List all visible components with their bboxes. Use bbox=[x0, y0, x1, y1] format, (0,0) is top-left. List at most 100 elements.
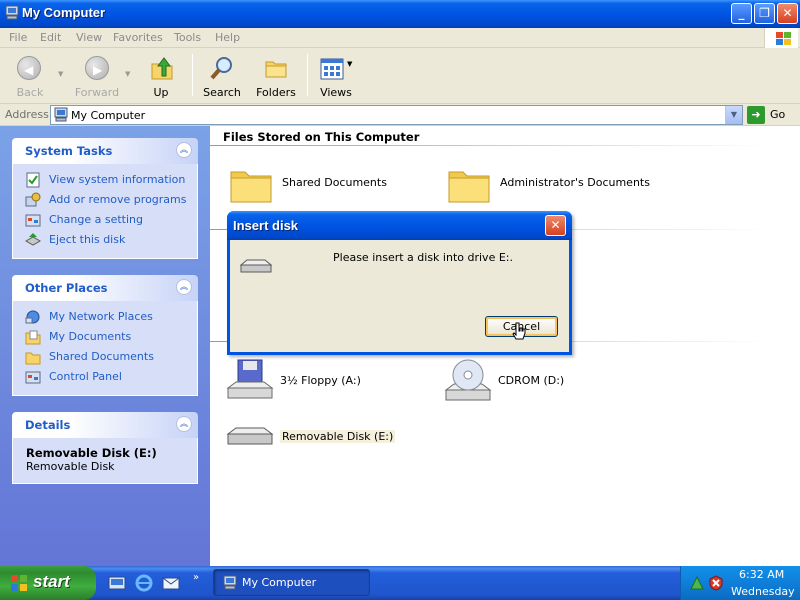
window-title: My Computer bbox=[22, 5, 106, 20]
menu-tools[interactable]: Tools bbox=[174, 31, 201, 44]
place-my-network-places[interactable]: My Network Places bbox=[13, 307, 197, 327]
menu-bar: File Edit View Favorites Tools Help bbox=[0, 28, 800, 48]
eject-disk-icon bbox=[25, 233, 41, 246]
address-dropdown-button[interactable]: ▼ bbox=[725, 106, 742, 124]
task-view-system-info[interactable]: View system information bbox=[13, 170, 197, 190]
back-arrow-icon: ◀ bbox=[17, 56, 41, 80]
details-body: Removable Disk (E:) Removable Disk bbox=[12, 438, 198, 484]
views-button[interactable]: ▼ Views bbox=[316, 52, 356, 100]
windows-logo-icon bbox=[764, 28, 798, 48]
removable-disk-icon bbox=[226, 427, 274, 445]
toolbar: ◀ Back ▼ ▶ Forward ▼ Up Search Folders ▼… bbox=[0, 48, 800, 104]
removable-disk-icon bbox=[240, 259, 272, 273]
collapse-icon[interactable]: ︽ bbox=[176, 142, 192, 158]
place-shared-documents[interactable]: Shared Documents bbox=[13, 347, 197, 367]
outlook-express-icon[interactable] bbox=[162, 574, 180, 592]
details-header[interactable]: Details ︽ bbox=[12, 412, 198, 438]
task-eject-disk[interactable]: Eject this disk bbox=[13, 230, 197, 250]
internet-explorer-icon[interactable] bbox=[135, 574, 153, 592]
add-remove-programs-icon bbox=[25, 192, 41, 207]
up-button[interactable]: Up bbox=[142, 52, 180, 100]
dialog-message: Please insert a disk into drive E:. bbox=[333, 251, 513, 264]
system-info-icon bbox=[26, 172, 40, 188]
dialog-close-button[interactable]: ✕ bbox=[545, 215, 566, 236]
task-change-setting[interactable]: Change a setting bbox=[13, 210, 197, 230]
collapse-icon[interactable]: ︽ bbox=[176, 416, 192, 432]
control-panel-icon bbox=[25, 371, 41, 384]
system-tasks-panel: System Tasks ︽ View system information A… bbox=[12, 138, 198, 259]
control-panel-icon bbox=[25, 214, 41, 227]
forward-button[interactable]: ▶ Forward bbox=[72, 52, 122, 100]
network-icon[interactable] bbox=[689, 575, 705, 591]
minimize-button[interactable]: _ bbox=[731, 3, 752, 24]
address-input[interactable]: My Computer ▼ bbox=[50, 105, 743, 125]
show-desktop-icon[interactable] bbox=[108, 574, 126, 592]
my-documents-icon bbox=[25, 330, 41, 345]
my-computer-icon bbox=[54, 107, 68, 122]
close-button[interactable]: ✕ bbox=[777, 3, 798, 24]
my-computer-icon bbox=[223, 575, 237, 590]
search-icon bbox=[210, 57, 232, 80]
folder-shared-documents[interactable]: Shared Documents bbox=[228, 160, 408, 208]
quick-launch-more-icon[interactable]: » bbox=[193, 572, 199, 583]
details-item-type: Removable Disk bbox=[26, 460, 115, 473]
dialog-title-bar[interactable]: Insert disk ✕ bbox=[227, 211, 572, 240]
shared-documents-icon bbox=[25, 352, 41, 365]
forward-arrow-icon: ▶ bbox=[85, 56, 109, 80]
details-item-name: Removable Disk (E:) bbox=[26, 446, 157, 460]
views-dropdown-icon[interactable]: ▼ bbox=[347, 60, 352, 68]
toolbar-separator bbox=[307, 54, 308, 96]
mouse-cursor-icon bbox=[512, 322, 526, 340]
back-dropdown-icon[interactable]: ▼ bbox=[58, 70, 63, 78]
dialog-title: Insert disk bbox=[233, 218, 299, 233]
details-panel: Details ︽ Removable Disk (E:) Removable … bbox=[12, 412, 198, 484]
drive-removable-e[interactable]: Removable Disk (E:) bbox=[226, 414, 426, 462]
other-places-header[interactable]: Other Places ︽ bbox=[12, 275, 198, 301]
taskbar: start » My Computer 6:32 AM Wednesday bbox=[0, 566, 800, 600]
up-folder-icon bbox=[151, 57, 173, 80]
toolbar-separator bbox=[192, 54, 193, 96]
menu-file[interactable]: File bbox=[9, 31, 27, 44]
place-my-documents[interactable]: My Documents bbox=[13, 327, 197, 347]
menu-help[interactable]: Help bbox=[215, 31, 240, 44]
menu-edit[interactable]: Edit bbox=[40, 31, 61, 44]
system-tasks-list: View system information Add or remove pr… bbox=[12, 164, 198, 259]
drive-cdrom-d[interactable]: CDROM (D:) bbox=[444, 358, 624, 406]
address-value: My Computer bbox=[71, 109, 146, 122]
folders-icon bbox=[265, 61, 287, 78]
cdrom-drive-icon bbox=[444, 359, 492, 401]
taskbar-item-my-computer[interactable]: My Computer bbox=[213, 569, 370, 596]
title-bar[interactable]: My Computer _ ❐ ✕ bbox=[0, 0, 800, 28]
address-bar: Address My Computer ▼ ➜ Go bbox=[0, 104, 800, 126]
task-add-remove-programs[interactable]: Add or remove programs bbox=[13, 190, 197, 210]
folder-icon bbox=[448, 171, 490, 203]
views-icon bbox=[320, 58, 344, 80]
windows-logo-icon bbox=[11, 575, 27, 591]
security-alert-icon[interactable] bbox=[708, 575, 724, 591]
task-pane: System Tasks ︽ View system information A… bbox=[0, 126, 210, 566]
menu-view[interactable]: View bbox=[76, 31, 102, 44]
group-divider bbox=[210, 145, 770, 146]
back-button[interactable]: ◀ Back bbox=[8, 52, 52, 100]
maximize-button[interactable]: ❐ bbox=[754, 3, 775, 24]
forward-dropdown-icon[interactable]: ▼ bbox=[125, 70, 130, 78]
go-button[interactable]: ➜ Go bbox=[747, 106, 797, 124]
collapse-icon[interactable]: ︽ bbox=[176, 279, 192, 295]
search-button[interactable]: Search bbox=[202, 52, 242, 100]
folder-icon bbox=[230, 171, 272, 203]
group-heading: Files Stored on This Computer bbox=[223, 130, 420, 144]
my-computer-icon bbox=[5, 5, 19, 20]
clock-time[interactable]: 6:32 AM bbox=[739, 568, 784, 581]
other-places-panel: Other Places ︽ My Network Places My Docu… bbox=[12, 275, 198, 396]
folders-button[interactable]: Folders bbox=[254, 52, 298, 100]
network-places-icon bbox=[25, 310, 40, 324]
folder-administrators-documents[interactable]: Administrator's Documents bbox=[446, 160, 650, 208]
address-label: Address bbox=[5, 108, 49, 121]
start-button[interactable]: start bbox=[0, 566, 96, 600]
menu-favorites[interactable]: Favorites bbox=[113, 31, 163, 44]
system-tasks-header[interactable]: System Tasks ︽ bbox=[12, 138, 198, 164]
floppy-drive-icon bbox=[226, 359, 274, 399]
clock-day: Wednesday bbox=[731, 585, 795, 598]
drive-floppy-a[interactable]: 3½ Floppy (A:) bbox=[226, 358, 406, 406]
place-control-panel[interactable]: Control Panel bbox=[13, 367, 197, 387]
